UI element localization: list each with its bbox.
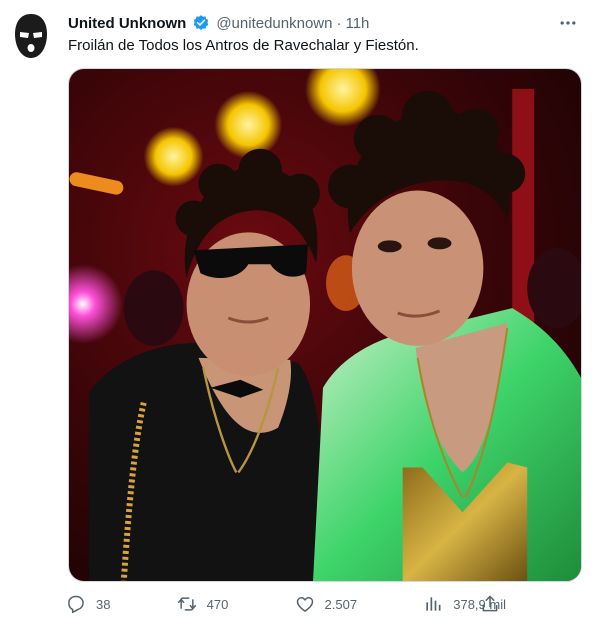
avatar[interactable]	[12, 12, 50, 60]
share-button[interactable]	[480, 594, 500, 614]
tweet-header: United Unknown @unitedunknown · 11h	[68, 12, 369, 34]
retweet-count: 470	[206, 596, 229, 612]
more-options-button[interactable]	[556, 12, 580, 34]
views-bar-icon	[426, 597, 441, 611]
tweet-photo[interactable]	[68, 68, 582, 582]
like-button[interactable]: 2.507	[295, 594, 358, 614]
share-icon	[482, 595, 498, 612]
reply-count: 38	[96, 596, 111, 612]
more-dots-icon	[560, 21, 576, 25]
heart-icon	[296, 597, 313, 612]
tweet-text: Froilán de Todos los Antros de Ravechala…	[68, 37, 419, 54]
party-photo	[69, 69, 581, 581]
tweet: United Unknown @unitedunknown · 11h Froi…	[0, 0, 596, 620]
retweet-icon	[177, 597, 196, 611]
separator-dot: ·	[336, 14, 342, 32]
reply-icon	[68, 595, 84, 614]
author-handle[interactable]: @unitedunknown	[216, 15, 332, 32]
reply-button[interactable]: 38	[66, 594, 110, 614]
author-name[interactable]: United Unknown	[68, 15, 186, 32]
like-count: 2.507	[324, 596, 358, 612]
tweet-time[interactable]: 11h	[345, 15, 369, 32]
tweet-actions: 38 470 2.507 378,9 mil	[66, 592, 506, 616]
verified-badge-icon	[192, 14, 210, 32]
balaclava-mask-icon	[15, 14, 47, 58]
retweet-button[interactable]: 470	[177, 594, 229, 614]
